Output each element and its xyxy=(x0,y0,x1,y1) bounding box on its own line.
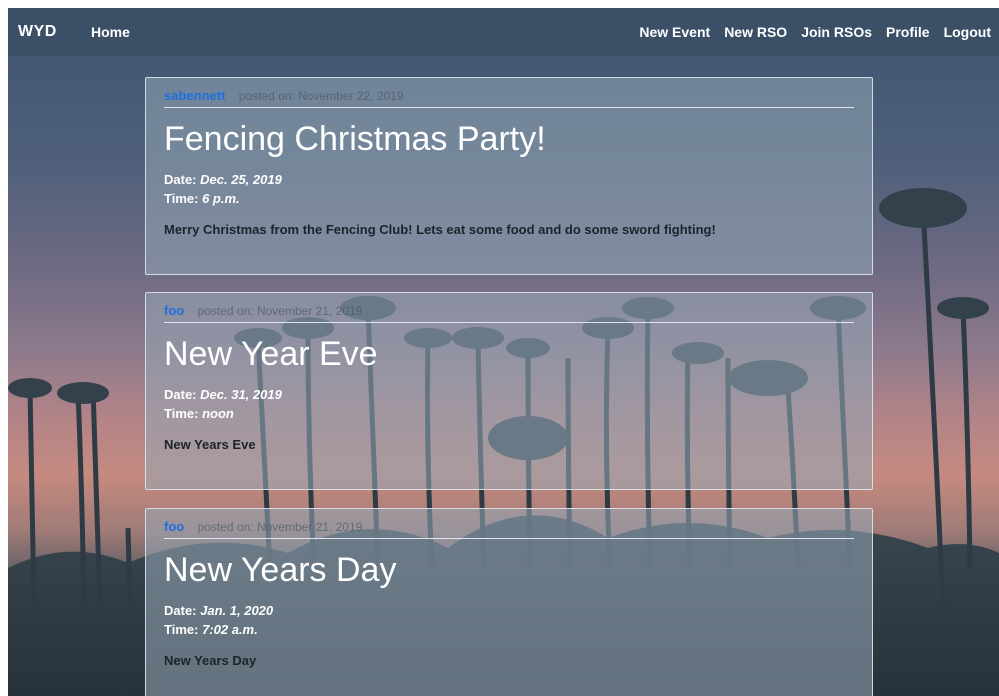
post-author-link[interactable]: sabennett xyxy=(164,88,225,103)
nav-new-event-link[interactable]: New Event xyxy=(639,24,710,40)
divider xyxy=(164,107,854,108)
event-title: New Years Day xyxy=(164,551,397,589)
post-author-link[interactable]: foo xyxy=(164,303,184,318)
event-card: foo posted on: November 21, 2019 New Yea… xyxy=(145,508,873,696)
event-card: sabennett posted on: November 22, 2019 F… xyxy=(145,77,873,275)
event-description: New Years Eve xyxy=(164,437,256,452)
event-description: Merry Christmas from the Fencing Club! L… xyxy=(164,222,716,237)
nav-profile-link[interactable]: Profile xyxy=(886,24,930,40)
event-date-label: Date: xyxy=(164,603,197,618)
background-photo: WYD Home New Event New RSO Join RSOs Pro… xyxy=(8,8,999,696)
nav-logout-link[interactable]: Logout xyxy=(944,24,991,40)
event-time-value: 7:02 a.m. xyxy=(202,622,258,637)
event-date-value: Dec. 31, 2019 xyxy=(200,387,282,402)
divider xyxy=(164,322,854,323)
event-date-row: Date: Dec. 25, 2019 xyxy=(164,170,854,189)
divider xyxy=(164,538,854,539)
nav-home-link[interactable]: Home xyxy=(91,24,130,40)
post-date: posted on: November 21, 2019 xyxy=(197,304,363,318)
event-date-row: Date: Jan. 1, 2020 xyxy=(164,601,854,620)
post-date: posted on: November 21, 2019 xyxy=(197,520,363,534)
nav-right-links: New Event New RSO Join RSOs Profile Logo… xyxy=(639,24,991,40)
nav-new-rso-link[interactable]: New RSO xyxy=(724,24,787,40)
event-description: New Years Day xyxy=(164,653,257,668)
event-time-row: Time: 7:02 a.m. xyxy=(164,620,854,639)
nav-join-rsos-link[interactable]: Join RSOs xyxy=(801,24,872,40)
event-title: New Year Eve xyxy=(164,335,378,373)
post-author-link[interactable]: foo xyxy=(164,519,184,534)
event-date-label: Date: xyxy=(164,172,197,187)
event-time-label: Time: xyxy=(164,622,199,637)
event-time-row: Time: 6 p.m. xyxy=(164,189,854,208)
event-time-label: Time: xyxy=(164,191,199,206)
event-card: foo posted on: November 21, 2019 New Yea… xyxy=(145,292,873,490)
event-time-value: 6 p.m. xyxy=(202,191,240,206)
top-navbar: WYD Home New Event New RSO Join RSOs Pro… xyxy=(8,8,999,56)
event-date-row: Date: Dec. 31, 2019 xyxy=(164,385,854,404)
post-meta: foo posted on: November 21, 2019 xyxy=(164,303,854,318)
event-date-value: Dec. 25, 2019 xyxy=(200,172,282,187)
event-time-row: Time: noon xyxy=(164,404,854,423)
post-date: posted on: November 22, 2019 xyxy=(238,89,404,103)
event-time-value: noon xyxy=(202,406,234,421)
brand-logo[interactable]: WYD xyxy=(18,23,57,41)
event-date-value: Jan. 1, 2020 xyxy=(200,603,274,618)
event-date-label: Date: xyxy=(164,387,197,402)
post-meta: sabennett posted on: November 22, 2019 xyxy=(164,88,854,103)
post-meta: foo posted on: November 21, 2019 xyxy=(164,519,854,534)
event-title: Fencing Christmas Party! xyxy=(164,120,546,158)
event-time-label: Time: xyxy=(164,406,199,421)
